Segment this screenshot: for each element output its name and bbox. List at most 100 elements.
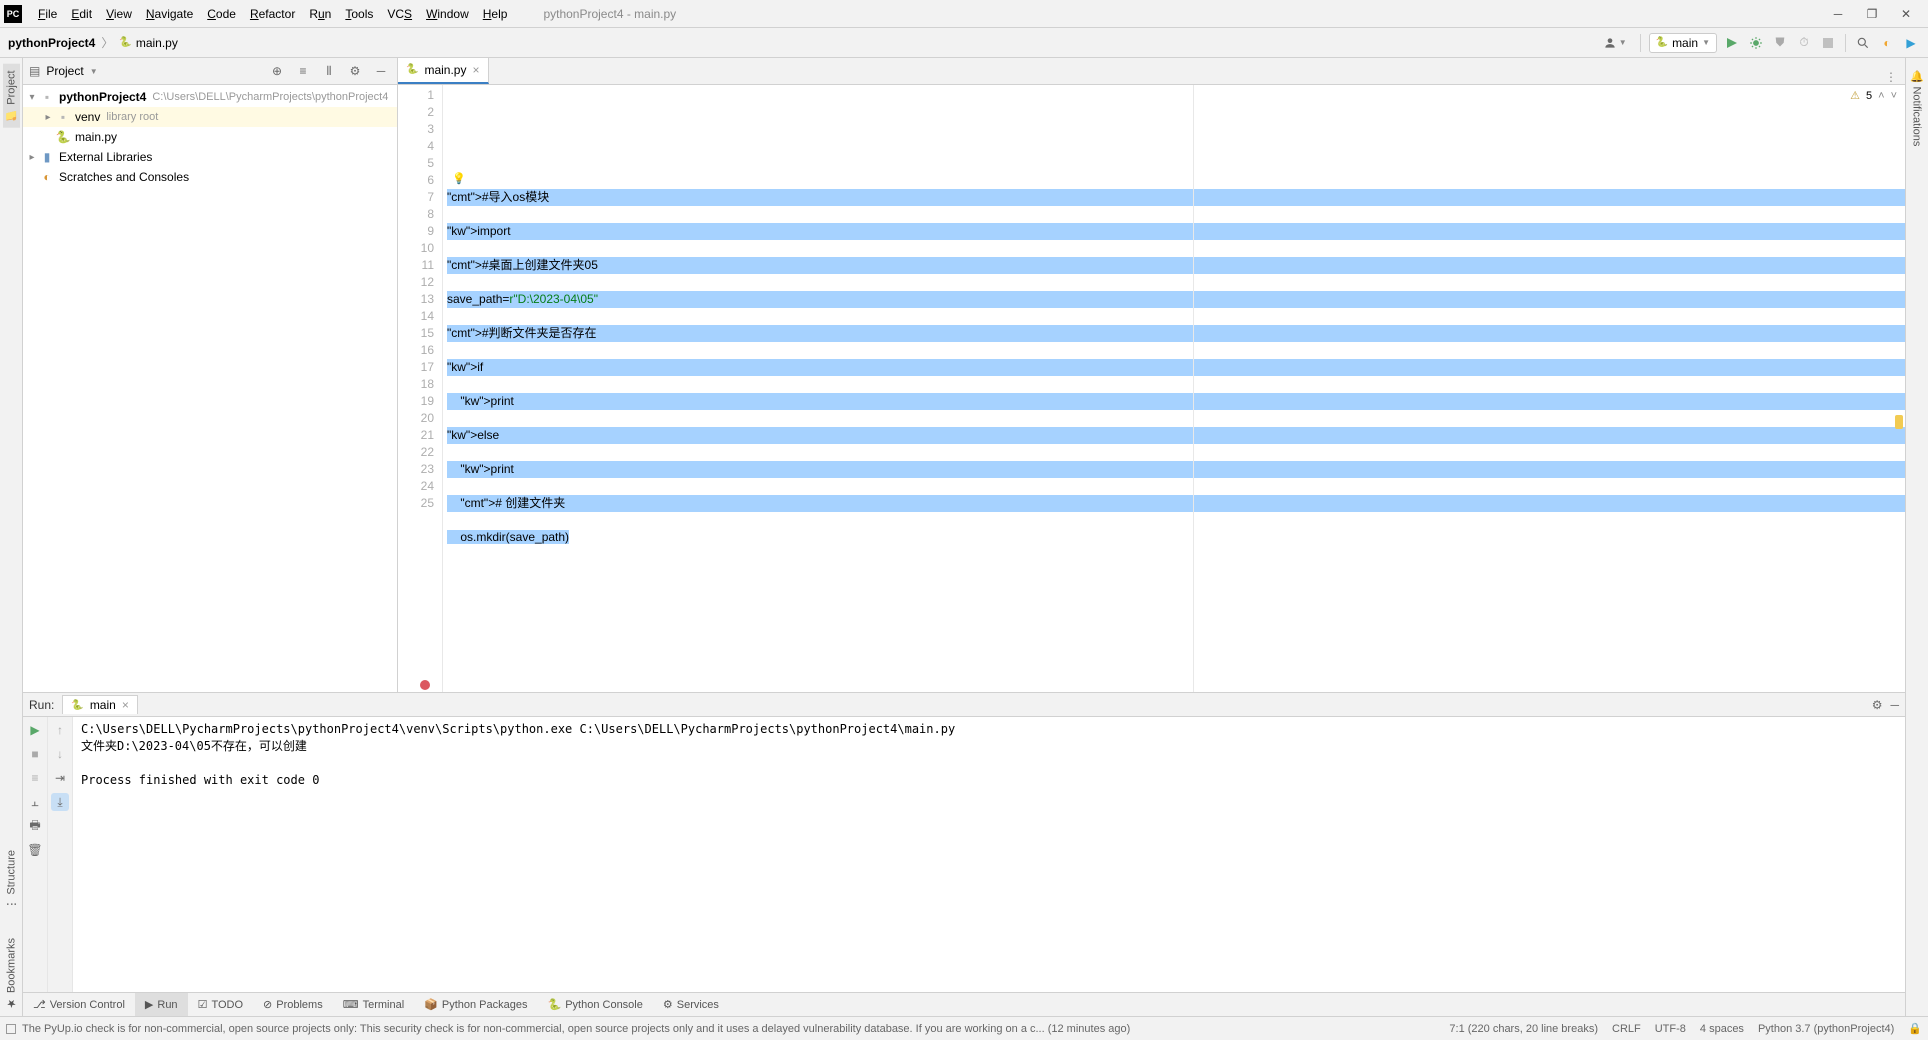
tool-terminal[interactable]: ⌨ Terminal (333, 993, 414, 1016)
inspection-widget[interactable]: ⚠ 5 ˄ ˅ (1850, 89, 1897, 102)
window-controls: ─ ❐ ✕ (1830, 7, 1924, 21)
library-icon: ▮ (39, 150, 55, 164)
collapse-all-icon[interactable]: ⫴ (319, 61, 339, 81)
breadcrumb-project[interactable]: pythonProject4 (8, 36, 95, 50)
layout-icon[interactable]: ⫠ (26, 793, 44, 811)
folder-icon: ▪ (55, 110, 71, 124)
run-output[interactable]: C:\Users\DELL\PycharmProjects\pythonProj… (73, 717, 1905, 992)
menu-file[interactable]: File (32, 5, 63, 23)
readonly-lock-icon[interactable]: 🔒 (1908, 1022, 1922, 1035)
python-icon: 🐍 (71, 700, 83, 711)
line-separator[interactable]: CRLF (1612, 1023, 1641, 1035)
tree-external-libs[interactable]: ▸ ▮ External Libraries (23, 147, 397, 167)
tool-run[interactable]: ▶ Run (135, 993, 188, 1016)
menu-view[interactable]: View (100, 5, 138, 23)
toolwindow-structure-tab[interactable]: ⋮ Structure (3, 844, 20, 916)
tool-services[interactable]: ⚙ Services (653, 993, 729, 1016)
scroll-to-end-icon[interactable]: ⤓ (51, 793, 69, 811)
code-area[interactable]: 💡 "cmt">#导入os模块"kw">import os"cmt">#桌面上创… (443, 85, 1905, 692)
indent-setting[interactable]: 4 spaces (1700, 1023, 1744, 1035)
python-file-icon: 🐍 (406, 64, 418, 75)
right-margin-guide (1193, 85, 1194, 692)
down-icon[interactable]: ↓ (51, 745, 69, 763)
delete-icon[interactable]: 🗑 (26, 841, 44, 859)
menu-run[interactable]: Run (303, 5, 337, 23)
pin-icon[interactable]: 🖶 (26, 817, 44, 835)
maximize-icon[interactable]: ❐ (1864, 7, 1880, 21)
python-icon: 🐍 (1656, 37, 1668, 48)
editor-body[interactable]: 1234567891011121314151617181920212223242… (398, 85, 1905, 692)
run-settings-icon[interactable]: ⚙ (1872, 698, 1883, 712)
interpreter[interactable]: Python 3.7 (pythonProject4) (1758, 1023, 1894, 1035)
menu-vcs[interactable]: VCS (381, 5, 418, 23)
close-run-tab-icon[interactable]: × (122, 698, 129, 712)
stop-button[interactable] (1819, 34, 1837, 52)
run-label: Run: (29, 698, 54, 712)
editor-tabs-menu-icon[interactable]: ⋮ (1877, 70, 1905, 84)
project-panel-title[interactable]: Project (46, 64, 83, 78)
toolwindow-bookmarks-tab[interactable]: ★ Bookmarks (3, 932, 20, 1016)
run-toolbar-2: ↑ ↓ ⇥ ⤓ (48, 717, 73, 992)
minimize-icon[interactable]: ─ (1830, 7, 1846, 21)
breadcrumb-file[interactable]: 🐍 main.py (119, 36, 177, 50)
breadcrumb-separator: 〉 (101, 34, 113, 51)
tool-problems[interactable]: ⊘ Problems (253, 993, 333, 1016)
ide-actions-button[interactable]: ◐ (1878, 34, 1896, 52)
expand-all-icon[interactable]: ≡ (293, 61, 313, 81)
menu-edit[interactable]: Edit (65, 5, 98, 23)
error-stripe-marker[interactable] (420, 680, 430, 690)
scrollbar-marker[interactable] (1895, 415, 1903, 429)
status-message[interactable]: The PyUp.io check is for non-commercial,… (22, 1023, 1130, 1035)
menu-code[interactable]: Code (201, 5, 242, 23)
coverage-button[interactable]: ⛊ (1771, 34, 1789, 52)
menu-window[interactable]: Window (420, 5, 475, 23)
soft-wrap-icon[interactable]: ⇥ (51, 769, 69, 787)
run-panel: Run: 🐍 main × ⚙ ─ ▶ ■ ≡ ⫠ 🖶 🗑 (23, 692, 1905, 992)
next-highlight-icon[interactable]: ˅ (1891, 90, 1897, 102)
run-toolbar-1: ▶ ■ ≡ ⫠ 🖶 🗑 (23, 717, 48, 992)
toolwindow-notifications-tab[interactable]: 🔔 Notifications (1909, 64, 1926, 152)
pause-icon[interactable]: ≡ (26, 769, 44, 787)
editor-tab-main[interactable]: 🐍 main.py × (398, 58, 489, 84)
menu-navigate[interactable]: Navigate (140, 5, 199, 23)
rerun-icon[interactable]: ▶ (26, 721, 44, 739)
search-everywhere-button[interactable] (1854, 34, 1872, 52)
tool-todo[interactable]: ☑ TODO (188, 993, 253, 1016)
toolwindow-toggle-icon[interactable] (6, 1024, 16, 1034)
tool-version-control[interactable]: ⎇ Version Control (23, 993, 135, 1016)
run-button[interactable] (1723, 34, 1741, 52)
prev-highlight-icon[interactable]: ˄ (1878, 90, 1884, 102)
stop-run-icon[interactable]: ■ (26, 745, 44, 763)
code-with-me-button[interactable]: ▶ (1902, 34, 1920, 52)
statusbar: The PyUp.io check is for non-commercial,… (0, 1016, 1928, 1040)
run-tab[interactable]: 🐍 main × (62, 695, 137, 714)
intention-bulb-icon[interactable]: 💡 (452, 171, 466, 188)
up-icon[interactable]: ↑ (51, 721, 69, 739)
profile-button[interactable]: ⏱ (1795, 34, 1813, 52)
tool-python-console[interactable]: 🐍 Python Console (538, 993, 653, 1016)
tree-root[interactable]: ▾ ▪ pythonProject4 C:\Users\DELL\Pycharm… (23, 87, 397, 107)
menu-tools[interactable]: Tools (339, 5, 379, 23)
tree-scratches[interactable]: ◐ Scratches and Consoles (23, 167, 397, 187)
settings-icon[interactable]: ⚙ (345, 61, 365, 81)
run-config-dropdown[interactable]: 🐍 main ▼ (1649, 33, 1717, 53)
main-area: 📁 Project ⋮ Structure ★ Bookmarks ▤ Proj… (0, 58, 1928, 1016)
toolwindow-project-tab[interactable]: 📁 Project (3, 64, 20, 128)
close-tab-icon[interactable]: × (472, 63, 479, 77)
project-tree[interactable]: ▾ ▪ pythonProject4 C:\Users\DELL\Pycharm… (23, 85, 397, 692)
menu-help[interactable]: Help (477, 5, 514, 23)
minimize-panel-icon[interactable]: ─ (371, 61, 391, 81)
tree-venv[interactable]: ▸ ▪ venv library root (23, 107, 397, 127)
user-button[interactable]: ▼ (1598, 33, 1632, 53)
tree-main-file[interactable]: 🐍 main.py (23, 127, 397, 147)
hide-run-icon[interactable]: ─ (1890, 698, 1899, 712)
menu-refactor[interactable]: Refactor (244, 5, 301, 23)
tool-python-packages[interactable]: 📦 Python Packages (414, 993, 537, 1016)
file-encoding[interactable]: UTF-8 (1655, 1023, 1686, 1035)
cursor-position[interactable]: 7:1 (220 chars, 20 line breaks) (1449, 1023, 1598, 1035)
debug-button[interactable] (1747, 34, 1765, 52)
locate-icon[interactable]: ⊕ (267, 61, 287, 81)
app-logo: PC (4, 5, 22, 23)
titlebar: PC File Edit View Navigate Code Refactor… (0, 0, 1928, 28)
close-icon[interactable]: ✕ (1898, 7, 1914, 21)
